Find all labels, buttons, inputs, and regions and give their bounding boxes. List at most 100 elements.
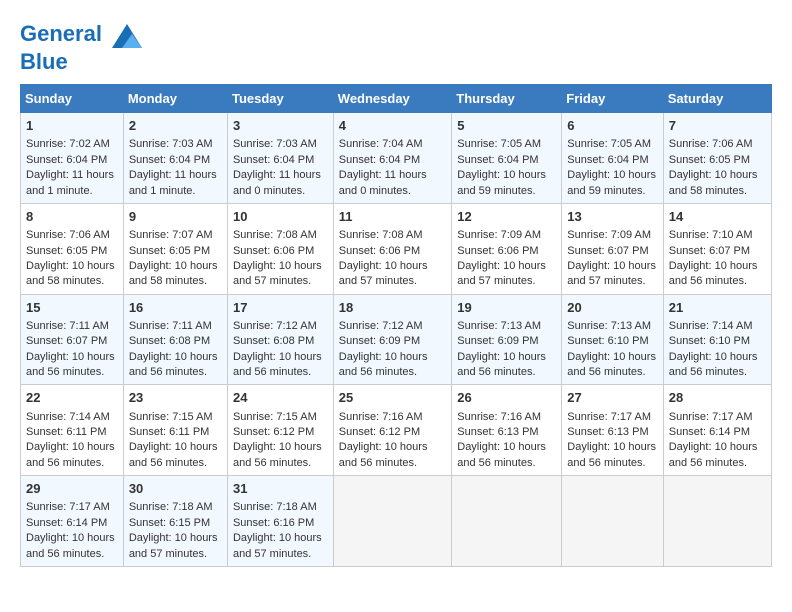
daylight-text: Daylight: 10 hours and 56 minutes. (233, 440, 328, 471)
header-row: SundayMondayTuesdayWednesdayThursdayFrid… (21, 85, 772, 113)
calendar-cell: 25Sunrise: 7:16 AMSunset: 6:12 PMDayligh… (333, 385, 451, 476)
daylight-text: Daylight: 10 hours and 57 minutes. (233, 259, 328, 290)
calendar-cell: 3Sunrise: 7:03 AMSunset: 6:04 PMDaylight… (227, 113, 333, 204)
daylight-text: Daylight: 10 hours and 56 minutes. (26, 531, 118, 562)
sunrise-text: Sunrise: 7:15 AM (129, 410, 222, 425)
calendar-cell: 18Sunrise: 7:12 AMSunset: 6:09 PMDayligh… (333, 294, 451, 385)
sunrise-text: Sunrise: 7:14 AM (26, 410, 118, 425)
daylight-text: Daylight: 10 hours and 56 minutes. (339, 440, 446, 471)
sunset-text: Sunset: 6:14 PM (26, 516, 118, 531)
sunrise-text: Sunrise: 7:09 AM (567, 228, 657, 243)
sunrise-text: Sunrise: 7:15 AM (233, 410, 328, 425)
calendar-cell: 9Sunrise: 7:07 AMSunset: 6:05 PMDaylight… (123, 203, 227, 294)
day-number: 13 (567, 208, 657, 226)
calendar-cell: 19Sunrise: 7:13 AMSunset: 6:09 PMDayligh… (452, 294, 562, 385)
sunset-text: Sunset: 6:06 PM (233, 244, 328, 259)
sunrise-text: Sunrise: 7:12 AM (339, 319, 446, 334)
header-thursday: Thursday (452, 85, 562, 113)
daylight-text: Daylight: 10 hours and 58 minutes. (669, 168, 766, 199)
sunset-text: Sunset: 6:15 PM (129, 516, 222, 531)
sunrise-text: Sunrise: 7:08 AM (339, 228, 446, 243)
day-number: 23 (129, 389, 222, 407)
calendar-cell: 31Sunrise: 7:18 AMSunset: 6:16 PMDayligh… (227, 476, 333, 567)
sunset-text: Sunset: 6:05 PM (129, 244, 222, 259)
sunrise-text: Sunrise: 7:14 AM (669, 319, 766, 334)
sunset-text: Sunset: 6:16 PM (233, 516, 328, 531)
sunset-text: Sunset: 6:07 PM (669, 244, 766, 259)
day-number: 15 (26, 299, 118, 317)
calendar-cell: 12Sunrise: 7:09 AMSunset: 6:06 PMDayligh… (452, 203, 562, 294)
daylight-text: Daylight: 10 hours and 56 minutes. (233, 350, 328, 381)
day-number: 6 (567, 117, 657, 135)
day-number: 1 (26, 117, 118, 135)
header-wednesday: Wednesday (333, 85, 451, 113)
calendar-cell: 7Sunrise: 7:06 AMSunset: 6:05 PMDaylight… (663, 113, 771, 204)
page-header: General Blue (20, 20, 772, 74)
day-number: 29 (26, 480, 118, 498)
calendar-cell (663, 476, 771, 567)
header-friday: Friday (562, 85, 663, 113)
sunset-text: Sunset: 6:11 PM (26, 425, 118, 440)
sunset-text: Sunset: 6:07 PM (26, 334, 118, 349)
sunset-text: Sunset: 6:09 PM (457, 334, 556, 349)
calendar-cell: 2Sunrise: 7:03 AMSunset: 6:04 PMDaylight… (123, 113, 227, 204)
daylight-text: Daylight: 10 hours and 57 minutes. (233, 531, 328, 562)
header-monday: Monday (123, 85, 227, 113)
sunset-text: Sunset: 6:07 PM (567, 244, 657, 259)
day-number: 31 (233, 480, 328, 498)
calendar-cell: 27Sunrise: 7:17 AMSunset: 6:13 PMDayligh… (562, 385, 663, 476)
sunset-text: Sunset: 6:04 PM (567, 153, 657, 168)
sunrise-text: Sunrise: 7:02 AM (26, 137, 118, 152)
day-number: 30 (129, 480, 222, 498)
sunrise-text: Sunrise: 7:13 AM (457, 319, 556, 334)
calendar-cell: 16Sunrise: 7:11 AMSunset: 6:08 PMDayligh… (123, 294, 227, 385)
sunset-text: Sunset: 6:06 PM (457, 244, 556, 259)
sunrise-text: Sunrise: 7:03 AM (129, 137, 222, 152)
calendar-cell: 29Sunrise: 7:17 AMSunset: 6:14 PMDayligh… (21, 476, 124, 567)
sunset-text: Sunset: 6:13 PM (457, 425, 556, 440)
day-number: 10 (233, 208, 328, 226)
daylight-text: Daylight: 10 hours and 57 minutes. (457, 259, 556, 290)
calendar-cell: 21Sunrise: 7:14 AMSunset: 6:10 PMDayligh… (663, 294, 771, 385)
calendar-cell: 17Sunrise: 7:12 AMSunset: 6:08 PMDayligh… (227, 294, 333, 385)
daylight-text: Daylight: 10 hours and 59 minutes. (567, 168, 657, 199)
sunset-text: Sunset: 6:04 PM (339, 153, 446, 168)
daylight-text: Daylight: 10 hours and 56 minutes. (339, 350, 446, 381)
sunrise-text: Sunrise: 7:09 AM (457, 228, 556, 243)
day-number: 25 (339, 389, 446, 407)
daylight-text: Daylight: 10 hours and 56 minutes. (669, 350, 766, 381)
sunset-text: Sunset: 6:08 PM (233, 334, 328, 349)
logo: General Blue (20, 20, 142, 74)
daylight-text: Daylight: 10 hours and 56 minutes. (129, 440, 222, 471)
day-number: 17 (233, 299, 328, 317)
daylight-text: Daylight: 10 hours and 56 minutes. (26, 440, 118, 471)
daylight-text: Daylight: 10 hours and 56 minutes. (26, 350, 118, 381)
daylight-text: Daylight: 10 hours and 56 minutes. (567, 440, 657, 471)
calendar-cell: 13Sunrise: 7:09 AMSunset: 6:07 PMDayligh… (562, 203, 663, 294)
sunrise-text: Sunrise: 7:08 AM (233, 228, 328, 243)
sunrise-text: Sunrise: 7:06 AM (669, 137, 766, 152)
daylight-text: Daylight: 11 hours and 0 minutes. (233, 168, 328, 199)
day-number: 21 (669, 299, 766, 317)
daylight-text: Daylight: 10 hours and 56 minutes. (669, 259, 766, 290)
calendar-cell: 5Sunrise: 7:05 AMSunset: 6:04 PMDaylight… (452, 113, 562, 204)
sunset-text: Sunset: 6:04 PM (457, 153, 556, 168)
day-number: 24 (233, 389, 328, 407)
daylight-text: Daylight: 10 hours and 56 minutes. (457, 440, 556, 471)
week-row-5: 29Sunrise: 7:17 AMSunset: 6:14 PMDayligh… (21, 476, 772, 567)
logo-icon (112, 20, 142, 50)
day-number: 14 (669, 208, 766, 226)
sunset-text: Sunset: 6:11 PM (129, 425, 222, 440)
calendar-cell (562, 476, 663, 567)
daylight-text: Daylight: 10 hours and 57 minutes. (129, 531, 222, 562)
day-number: 18 (339, 299, 446, 317)
calendar-cell: 15Sunrise: 7:11 AMSunset: 6:07 PMDayligh… (21, 294, 124, 385)
sunset-text: Sunset: 6:08 PM (129, 334, 222, 349)
calendar-cell: 1Sunrise: 7:02 AMSunset: 6:04 PMDaylight… (21, 113, 124, 204)
header-tuesday: Tuesday (227, 85, 333, 113)
day-number: 3 (233, 117, 328, 135)
day-number: 5 (457, 117, 556, 135)
week-row-3: 15Sunrise: 7:11 AMSunset: 6:07 PMDayligh… (21, 294, 772, 385)
sunset-text: Sunset: 6:06 PM (339, 244, 446, 259)
sunset-text: Sunset: 6:04 PM (233, 153, 328, 168)
